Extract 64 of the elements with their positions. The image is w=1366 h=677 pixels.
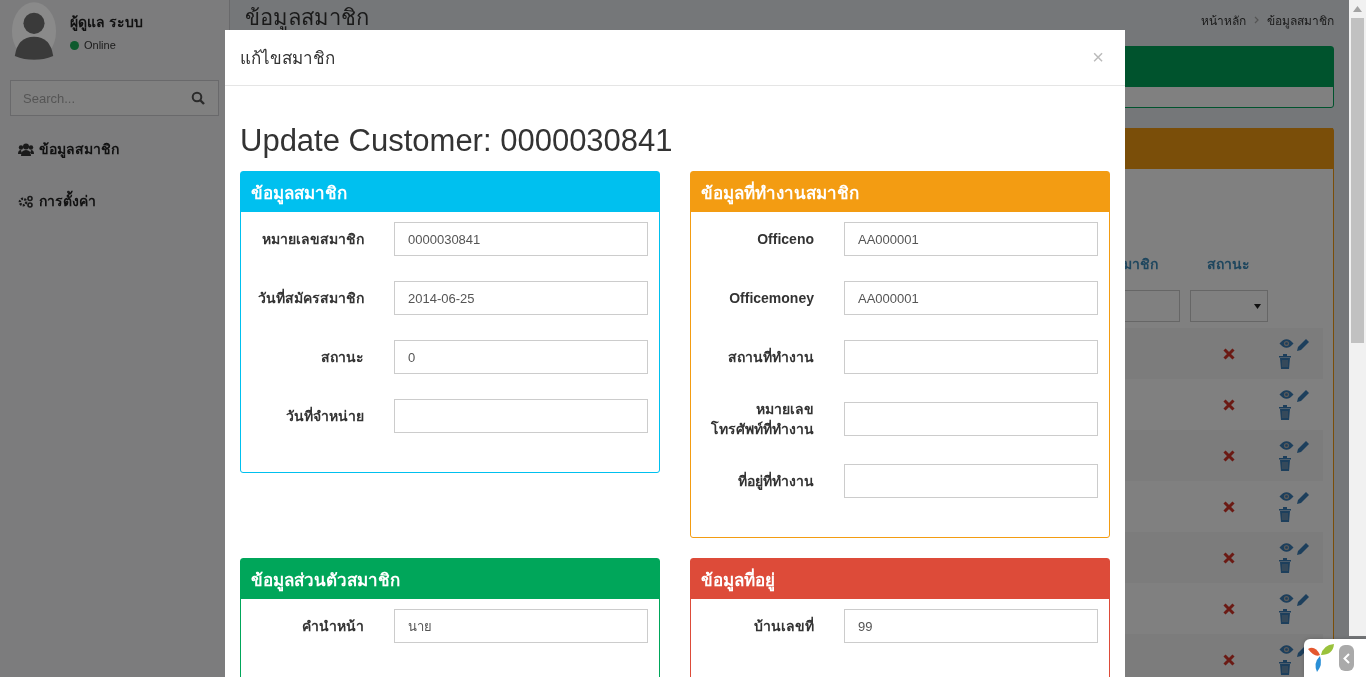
status-dot: [70, 40, 79, 50]
breadcrumb-link[interactable]: หน้าหลัก: [1201, 10, 1246, 30]
search-icon[interactable]: [191, 91, 205, 105]
scroll-thumb[interactable]: [1351, 18, 1364, 343]
panel-title: ข้อมูลส่วนตัวสมาชิก: [241, 559, 659, 599]
panel-title: ข้อมูลสมาชิก: [241, 172, 659, 212]
input-field[interactable]: 2014-06-25: [394, 281, 648, 315]
input-field[interactable]: นาย: [394, 609, 648, 643]
trash-icon[interactable]: [1279, 405, 1291, 420]
eye-icon[interactable]: [1279, 491, 1294, 502]
trash-icon[interactable]: [1279, 456, 1291, 471]
column-header: สถานะ: [1207, 255, 1250, 274]
user-status: Online: [84, 39, 116, 51]
eye-icon[interactable]: [1279, 338, 1294, 349]
input-field[interactable]: AA000001: [844, 222, 1098, 256]
field-label: บ้านเลขที่: [753, 616, 815, 636]
eye-icon[interactable]: [1279, 389, 1294, 400]
filter-select[interactable]: [1189, 290, 1268, 322]
breadcrumb-current: ข้อมูลสมาชิก: [1267, 12, 1334, 30]
eye-icon[interactable]: [1279, 542, 1294, 553]
user-name: ผู้ดูแล ระบบ: [70, 13, 143, 33]
panel-title: ข้อมูลที่อยู่: [691, 559, 1109, 599]
chevron-icon: [1343, 652, 1350, 664]
input-field[interactable]: [394, 399, 648, 433]
trash-icon[interactable]: [1279, 507, 1291, 522]
field-label: Officeno: [756, 230, 815, 249]
field-label: ที่อยู่ที่ทำงาน: [737, 471, 815, 491]
field-label: สถานะ: [320, 348, 365, 367]
field-label: Officemoney: [728, 289, 815, 308]
form-heading: Update Customer: 0000030841: [240, 122, 674, 160]
scrollbar[interactable]: [1349, 0, 1366, 636]
scroll-up-icon[interactable]: [1353, 6, 1362, 12]
column-header: มาชิก: [1123, 255, 1158, 274]
trash-icon[interactable]: [1279, 660, 1291, 675]
caret-icon: [1253, 303, 1261, 309]
input-field[interactable]: AA000001: [844, 281, 1098, 315]
field-label: หมายเลข โทรศัพท์ที่ทำงาน: [710, 400, 815, 439]
field-label: สถานที่ทำงาน: [727, 347, 815, 367]
collapse-button[interactable]: [1339, 645, 1354, 671]
input-field[interactable]: [844, 402, 1098, 436]
input-field[interactable]: [844, 340, 1098, 374]
field-label: หมายเลขสมาชิก: [261, 230, 365, 249]
eye-icon[interactable]: [1279, 440, 1294, 451]
page-title: ข้อมูลสมาชิก: [245, 5, 369, 31]
gears-icon: [18, 194, 34, 208]
trash-icon[interactable]: [1279, 354, 1291, 369]
input-field[interactable]: 0000030841: [394, 222, 648, 256]
input-field[interactable]: 99: [844, 609, 1098, 643]
users-icon: [18, 142, 34, 156]
eye-icon[interactable]: [1279, 593, 1294, 604]
dialog-title: แก้ไขสมาชิก: [240, 47, 335, 70]
input-field[interactable]: [844, 464, 1098, 498]
trash-icon[interactable]: [1279, 558, 1291, 573]
field-label: วันที่จำหน่าย: [285, 406, 365, 426]
chevron-icon: [1254, 16, 1259, 24]
trash-icon[interactable]: [1279, 609, 1291, 624]
leaf-logo-icon[interactable]: [1307, 643, 1335, 673]
menu-item[interactable]: ข้อมูลสมาชิก: [0, 126, 229, 172]
field-label: วันที่สมัครสมาชิก: [257, 288, 365, 308]
avatar-icon: [10, 1, 58, 61]
field-label: คำนำหน้า: [301, 617, 365, 636]
panel-title: ข้อมูลที่ทำงานสมาชิก: [691, 172, 1109, 212]
menu-item[interactable]: การตั้งค่า: [0, 178, 229, 224]
input-field[interactable]: 0: [394, 340, 648, 374]
